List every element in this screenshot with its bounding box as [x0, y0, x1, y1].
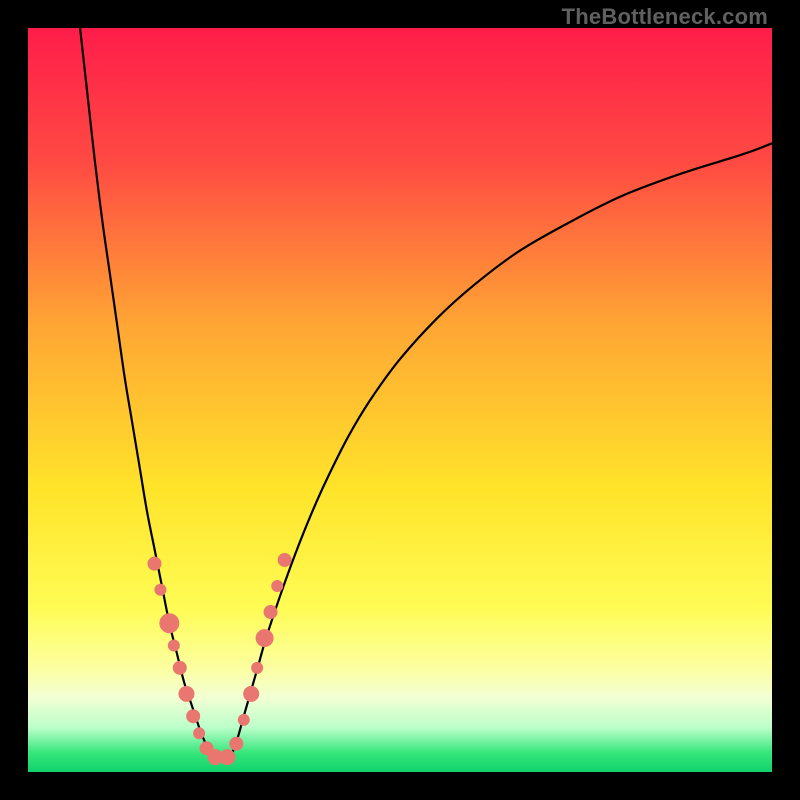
- data-point: [154, 584, 166, 596]
- data-point: [186, 709, 200, 723]
- data-point: [264, 605, 278, 619]
- data-point: [256, 629, 274, 647]
- outer-frame: TheBottleneck.com: [0, 0, 800, 800]
- data-point: [193, 727, 205, 739]
- data-point: [229, 737, 243, 751]
- data-point: [168, 640, 180, 652]
- data-point: [219, 749, 235, 765]
- marker-group: [147, 553, 291, 765]
- left-curve: [80, 28, 214, 761]
- watermark-text: TheBottleneck.com: [562, 4, 768, 30]
- data-point: [173, 661, 187, 675]
- data-point: [147, 557, 161, 571]
- data-point: [278, 553, 292, 567]
- plot-area: [28, 28, 772, 772]
- right-curve: [229, 143, 772, 761]
- data-point: [159, 613, 179, 633]
- data-point: [251, 662, 263, 674]
- data-point: [238, 714, 250, 726]
- data-point: [243, 686, 259, 702]
- data-point: [271, 580, 283, 592]
- data-point: [178, 686, 194, 702]
- curve-layer: [28, 28, 772, 772]
